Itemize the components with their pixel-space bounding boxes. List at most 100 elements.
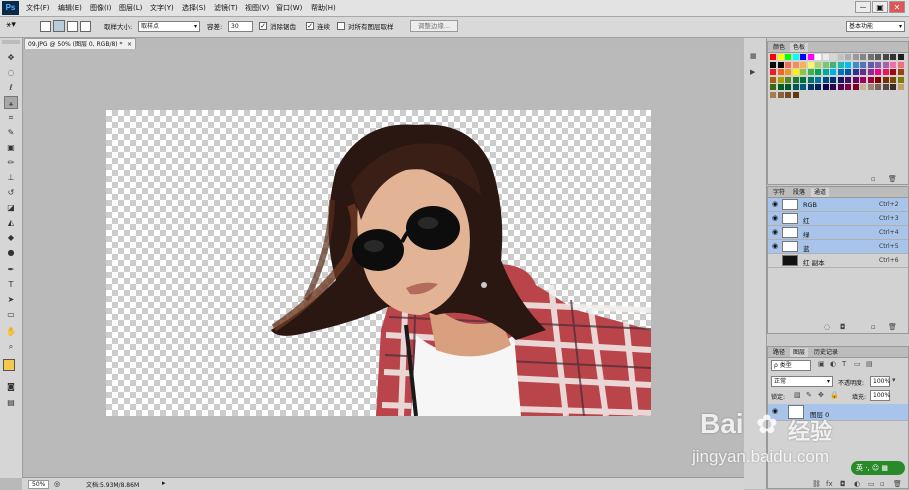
pen-tool-icon[interactable]: ✒ bbox=[4, 263, 18, 276]
color-swatch[interactable] bbox=[792, 69, 799, 75]
eye-icon[interactable]: ◉ bbox=[772, 243, 778, 250]
color-swatch[interactable] bbox=[867, 61, 874, 68]
color-swatch[interactable] bbox=[867, 69, 874, 75]
eye-icon[interactable]: ◉ bbox=[772, 229, 778, 236]
lock-all-icon[interactable]: 🔒 bbox=[830, 391, 839, 399]
tab-channels[interactable]: 通道 bbox=[811, 188, 830, 197]
lock-transparency-icon[interactable]: ▧ bbox=[794, 391, 801, 399]
color-swatch[interactable] bbox=[845, 84, 851, 90]
color-swatch[interactable] bbox=[852, 69, 859, 75]
color-swatch[interactable] bbox=[860, 61, 866, 68]
color-swatch[interactable] bbox=[770, 91, 776, 98]
color-swatch[interactable] bbox=[785, 84, 791, 90]
color-swatch[interactable] bbox=[897, 84, 904, 90]
color-swatch[interactable] bbox=[860, 69, 866, 75]
color-swatch[interactable] bbox=[882, 76, 889, 83]
clone-stamp-tool-icon[interactable]: ⊥ bbox=[4, 171, 18, 184]
color-swatch[interactable] bbox=[770, 54, 776, 60]
color-swatch[interactable] bbox=[882, 61, 889, 68]
color-swatch[interactable] bbox=[807, 84, 814, 90]
color-swatch[interactable] bbox=[897, 61, 904, 68]
hand-tool-icon[interactable]: ✋ bbox=[4, 325, 18, 338]
new-swatch-icon[interactable]: ▫ bbox=[871, 175, 876, 183]
opacity-input[interactable]: 100% bbox=[870, 376, 890, 387]
color-swatch[interactable] bbox=[777, 76, 784, 83]
color-swatch[interactable] bbox=[860, 76, 866, 83]
zoom-tool-icon[interactable]: ⌕ bbox=[4, 340, 18, 353]
color-swatch[interactable] bbox=[800, 84, 806, 90]
color-swatch[interactable] bbox=[815, 84, 821, 90]
color-swatch[interactable] bbox=[852, 84, 859, 90]
color-swatch[interactable] bbox=[777, 54, 784, 60]
layer-filter-select[interactable]: ρ 类型 bbox=[771, 360, 811, 371]
color-swatch[interactable] bbox=[875, 61, 881, 68]
tab-history[interactable]: 历史记录 bbox=[811, 348, 842, 357]
color-swatch[interactable] bbox=[822, 76, 829, 83]
color-swatch[interactable] bbox=[792, 84, 799, 90]
lock-pixels-icon[interactable]: ✎ bbox=[806, 391, 812, 399]
link-layers-icon[interactable]: ⛓ bbox=[812, 480, 821, 488]
image-canvas[interactable] bbox=[106, 110, 651, 416]
color-swatch[interactable] bbox=[815, 61, 821, 68]
new-channel-icon[interactable]: ▫ bbox=[871, 323, 876, 331]
color-swatch[interactable] bbox=[897, 54, 904, 60]
paint-bucket-tool-icon[interactable]: ◭ bbox=[4, 216, 18, 229]
color-swatch[interactable] bbox=[792, 76, 799, 83]
color-swatch[interactable] bbox=[890, 69, 896, 75]
color-swatch[interactable] bbox=[852, 54, 859, 60]
color-swatch[interactable] bbox=[875, 76, 881, 83]
color-swatch[interactable] bbox=[890, 61, 896, 68]
foreground-color-swatch[interactable] bbox=[3, 359, 15, 371]
quick-mask-icon[interactable]: ◙ bbox=[4, 380, 18, 393]
color-swatch[interactable] bbox=[800, 76, 806, 83]
color-swatch[interactable] bbox=[882, 84, 889, 90]
menu-layer[interactable]: 图层(L) bbox=[119, 3, 142, 13]
new-layer-icon[interactable]: ▫ bbox=[880, 480, 885, 488]
screen-mode-icon[interactable]: ▤ bbox=[4, 396, 18, 409]
color-swatch[interactable] bbox=[815, 76, 821, 83]
document-tab[interactable]: 09.JPG @ 50% (图层 0, RGB/8) * × bbox=[24, 38, 136, 49]
color-swatch[interactable] bbox=[822, 69, 829, 75]
color-swatch[interactable] bbox=[785, 54, 791, 60]
load-channel-selection-icon[interactable]: ◌ bbox=[824, 323, 830, 331]
menu-type[interactable]: 文字(Y) bbox=[150, 3, 174, 13]
color-swatch[interactable] bbox=[890, 54, 896, 60]
color-swatch[interactable] bbox=[777, 69, 784, 75]
color-swatch[interactable] bbox=[852, 76, 859, 83]
tolerance-input[interactable]: 30 bbox=[228, 21, 253, 32]
color-swatch[interactable] bbox=[785, 76, 791, 83]
toolbox-grip[interactable] bbox=[2, 40, 20, 44]
new-adjustment-layer-icon[interactable]: ◐ bbox=[854, 480, 860, 488]
menu-select[interactable]: 选择(S) bbox=[182, 3, 206, 13]
tab-swatches[interactable]: 色板 bbox=[790, 43, 809, 52]
menu-filter[interactable]: 滤镜(T) bbox=[214, 3, 238, 13]
subtract-selection-icon[interactable] bbox=[67, 21, 78, 32]
path-selection-tool-icon[interactable]: ➤ bbox=[4, 293, 18, 306]
history-panel-icon[interactable]: ▦ bbox=[750, 52, 757, 60]
color-swatch[interactable] bbox=[822, 54, 829, 60]
color-swatch[interactable] bbox=[830, 54, 836, 60]
menu-window[interactable]: 窗口(W) bbox=[276, 3, 302, 13]
marquee-tool-icon[interactable]: ◌ bbox=[4, 66, 18, 79]
color-swatch[interactable] bbox=[792, 91, 799, 98]
color-swatch[interactable] bbox=[800, 61, 806, 68]
color-swatch[interactable] bbox=[777, 61, 784, 68]
color-swatch[interactable] bbox=[875, 84, 881, 90]
filter-shape-icon[interactable]: ▭ bbox=[854, 360, 861, 368]
color-swatch[interactable] bbox=[890, 76, 896, 83]
color-swatch[interactable] bbox=[875, 69, 881, 75]
save-selection-channel-icon[interactable]: ◘ bbox=[840, 323, 846, 331]
color-swatch[interactable] bbox=[807, 69, 814, 75]
color-swatch[interactable] bbox=[807, 61, 814, 68]
actions-panel-icon[interactable]: ▶ bbox=[750, 68, 755, 76]
menu-file[interactable]: 文件(F) bbox=[26, 3, 50, 13]
color-swatch[interactable] bbox=[800, 69, 806, 75]
color-swatch[interactable] bbox=[837, 61, 844, 68]
channel-row-red[interactable]: ◉ 红 Ctrl+3 bbox=[768, 212, 908, 226]
color-swatch[interactable] bbox=[807, 76, 814, 83]
healing-brush-tool-icon[interactable]: ▣ bbox=[4, 141, 18, 154]
intersect-selection-icon[interactable] bbox=[80, 21, 91, 32]
close-button[interactable]: ✕ bbox=[889, 1, 905, 13]
all-layers-checkbox[interactable] bbox=[337, 22, 345, 30]
tab-color[interactable]: 颜色 bbox=[770, 43, 789, 52]
